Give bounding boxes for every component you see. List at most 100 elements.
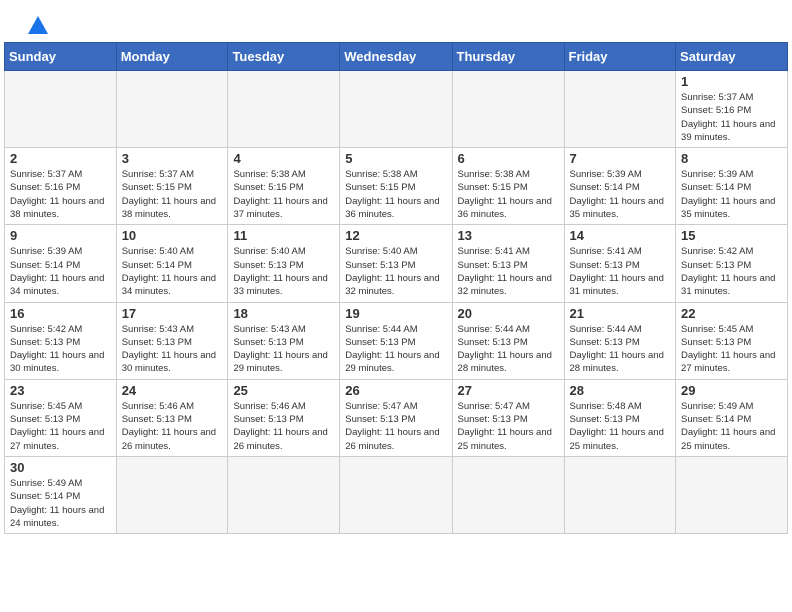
calendar-cell: 20 Sunrise: 5:44 AMSunset: 5:13 PMDayligh… — [452, 302, 564, 379]
day-info: Sunrise: 5:44 AMSunset: 5:13 PMDaylight:… — [570, 323, 671, 376]
day-number: 7 — [570, 151, 671, 166]
week-row-5: 30 Sunrise: 5:49 AMSunset: 5:14 PMDayligh… — [5, 456, 788, 533]
day-number: 19 — [345, 306, 446, 321]
calendar-cell: 21 Sunrise: 5:44 AMSunset: 5:13 PMDayligh… — [564, 302, 676, 379]
calendar-cell — [228, 71, 340, 148]
calendar-cell: 9 Sunrise: 5:39 AMSunset: 5:14 PMDaylight… — [5, 225, 117, 302]
weekday-header-row: SundayMondayTuesdayWednesdayThursdayFrid… — [5, 43, 788, 71]
weekday-header-saturday: Saturday — [676, 43, 788, 71]
calendar-cell: 6 Sunrise: 5:38 AMSunset: 5:15 PMDaylight… — [452, 148, 564, 225]
day-number: 13 — [458, 228, 559, 243]
day-info: Sunrise: 5:42 AMSunset: 5:13 PMDaylight:… — [10, 323, 111, 376]
day-info: Sunrise: 5:40 AMSunset: 5:13 PMDaylight:… — [233, 245, 334, 298]
day-info: Sunrise: 5:37 AMSunset: 5:15 PMDaylight:… — [122, 168, 223, 221]
calendar-cell — [116, 71, 228, 148]
week-row-1: 2Sunrise: 5:37 AMSunset: 5:16 PMDaylight… — [5, 148, 788, 225]
calendar-cell: 1 Sunrise: 5:37 AMSunset: 5:16 PMDaylight… — [676, 71, 788, 148]
calendar-cell: 11 Sunrise: 5:40 AMSunset: 5:13 PMDayligh… — [228, 225, 340, 302]
day-number: 20 — [458, 306, 559, 321]
day-info: Sunrise: 5:47 AMSunset: 5:13 PMDaylight:… — [345, 400, 446, 453]
day-info: Sunrise: 5:43 AMSunset: 5:13 PMDaylight:… — [233, 323, 334, 376]
calendar-cell: 19 Sunrise: 5:44 AMSunset: 5:13 PMDayligh… — [340, 302, 452, 379]
day-info: Sunrise: 5:41 AMSunset: 5:13 PMDaylight:… — [570, 245, 671, 298]
calendar-cell: 2Sunrise: 5:37 AMSunset: 5:16 PMDaylight… — [5, 148, 117, 225]
day-number: 8 — [681, 151, 782, 166]
calendar-cell: 10 Sunrise: 5:40 AMSunset: 5:14 PMDayligh… — [116, 225, 228, 302]
weekday-header-wednesday: Wednesday — [340, 43, 452, 71]
weekday-header-friday: Friday — [564, 43, 676, 71]
day-number: 28 — [570, 383, 671, 398]
logo — [24, 16, 48, 34]
calendar-cell: 7 Sunrise: 5:39 AMSunset: 5:14 PMDaylight… — [564, 148, 676, 225]
calendar-cell: 28Sunrise: 5:48 AMSunset: 5:13 PMDayligh… — [564, 379, 676, 456]
day-info: Sunrise: 5:41 AMSunset: 5:13 PMDaylight:… — [458, 245, 559, 298]
weekday-header-sunday: Sunday — [5, 43, 117, 71]
calendar-cell: 30 Sunrise: 5:49 AMSunset: 5:14 PMDayligh… — [5, 456, 117, 533]
day-number: 21 — [570, 306, 671, 321]
day-number: 1 — [681, 74, 782, 89]
calendar-cell — [564, 456, 676, 533]
calendar-cell — [340, 456, 452, 533]
calendar-cell: 12 Sunrise: 5:40 AMSunset: 5:13 PMDayligh… — [340, 225, 452, 302]
week-row-0: 1 Sunrise: 5:37 AMSunset: 5:16 PMDaylight… — [5, 71, 788, 148]
day-number: 11 — [233, 228, 334, 243]
day-number: 5 — [345, 151, 446, 166]
day-info: Sunrise: 5:37 AMSunset: 5:16 PMDaylight:… — [681, 91, 782, 144]
day-number: 23 — [10, 383, 111, 398]
day-number: 17 — [122, 306, 223, 321]
calendar-cell: 13 Sunrise: 5:41 AMSunset: 5:13 PMDayligh… — [452, 225, 564, 302]
logo-triangle-icon — [28, 16, 48, 34]
day-number: 24 — [122, 383, 223, 398]
day-info: Sunrise: 5:39 AMSunset: 5:14 PMDaylight:… — [10, 245, 111, 298]
day-info: Sunrise: 5:46 AMSunset: 5:13 PMDaylight:… — [233, 400, 334, 453]
day-info: Sunrise: 5:45 AMSunset: 5:13 PMDaylight:… — [10, 400, 111, 453]
day-number: 12 — [345, 228, 446, 243]
day-info: Sunrise: 5:40 AMSunset: 5:14 PMDaylight:… — [122, 245, 223, 298]
calendar-cell: 17 Sunrise: 5:43 AMSunset: 5:13 PMDayligh… — [116, 302, 228, 379]
day-number: 9 — [10, 228, 111, 243]
calendar-cell: 23 Sunrise: 5:45 AMSunset: 5:13 PMDayligh… — [5, 379, 117, 456]
calendar: SundayMondayTuesdayWednesdayThursdayFrid… — [4, 42, 788, 534]
calendar-cell: 15 Sunrise: 5:42 AMSunset: 5:13 PMDayligh… — [676, 225, 788, 302]
day-number: 10 — [122, 228, 223, 243]
day-number: 16 — [10, 306, 111, 321]
day-info: Sunrise: 5:45 AMSunset: 5:13 PMDaylight:… — [681, 323, 782, 376]
week-row-2: 9 Sunrise: 5:39 AMSunset: 5:14 PMDaylight… — [5, 225, 788, 302]
calendar-cell — [340, 71, 452, 148]
day-info: Sunrise: 5:40 AMSunset: 5:13 PMDaylight:… — [345, 245, 446, 298]
day-info: Sunrise: 5:49 AMSunset: 5:14 PMDaylight:… — [10, 477, 111, 530]
day-info: Sunrise: 5:42 AMSunset: 5:13 PMDaylight:… — [681, 245, 782, 298]
calendar-cell: 22Sunrise: 5:45 AMSunset: 5:13 PMDayligh… — [676, 302, 788, 379]
day-number: 3 — [122, 151, 223, 166]
calendar-cell — [5, 71, 117, 148]
day-number: 6 — [458, 151, 559, 166]
calendar-cell: 24Sunrise: 5:46 AMSunset: 5:13 PMDayligh… — [116, 379, 228, 456]
day-number: 25 — [233, 383, 334, 398]
weekday-header-thursday: Thursday — [452, 43, 564, 71]
day-info: Sunrise: 5:39 AMSunset: 5:14 PMDaylight:… — [570, 168, 671, 221]
day-number: 30 — [10, 460, 111, 475]
calendar-cell: 25 Sunrise: 5:46 AMSunset: 5:13 PMDayligh… — [228, 379, 340, 456]
day-info: Sunrise: 5:38 AMSunset: 5:15 PMDaylight:… — [345, 168, 446, 221]
calendar-cell: 8 Sunrise: 5:39 AMSunset: 5:14 PMDaylight… — [676, 148, 788, 225]
day-info: Sunrise: 5:38 AMSunset: 5:15 PMDaylight:… — [233, 168, 334, 221]
day-info: Sunrise: 5:44 AMSunset: 5:13 PMDaylight:… — [458, 323, 559, 376]
weekday-header-tuesday: Tuesday — [228, 43, 340, 71]
calendar-cell — [116, 456, 228, 533]
day-info: Sunrise: 5:37 AMSunset: 5:16 PMDaylight:… — [10, 168, 111, 221]
day-info: Sunrise: 5:38 AMSunset: 5:15 PMDaylight:… — [458, 168, 559, 221]
weekday-header-monday: Monday — [116, 43, 228, 71]
calendar-cell: 14Sunrise: 5:41 AMSunset: 5:13 PMDayligh… — [564, 225, 676, 302]
calendar-cell — [564, 71, 676, 148]
day-info: Sunrise: 5:43 AMSunset: 5:13 PMDaylight:… — [122, 323, 223, 376]
day-info: Sunrise: 5:39 AMSunset: 5:14 PMDaylight:… — [681, 168, 782, 221]
calendar-cell — [452, 71, 564, 148]
calendar-cell: 29Sunrise: 5:49 AMSunset: 5:14 PMDayligh… — [676, 379, 788, 456]
day-number: 15 — [681, 228, 782, 243]
week-row-4: 23 Sunrise: 5:45 AMSunset: 5:13 PMDayligh… — [5, 379, 788, 456]
day-number: 26 — [345, 383, 446, 398]
day-info: Sunrise: 5:44 AMSunset: 5:13 PMDaylight:… — [345, 323, 446, 376]
header — [4, 0, 788, 42]
day-number: 18 — [233, 306, 334, 321]
day-number: 29 — [681, 383, 782, 398]
